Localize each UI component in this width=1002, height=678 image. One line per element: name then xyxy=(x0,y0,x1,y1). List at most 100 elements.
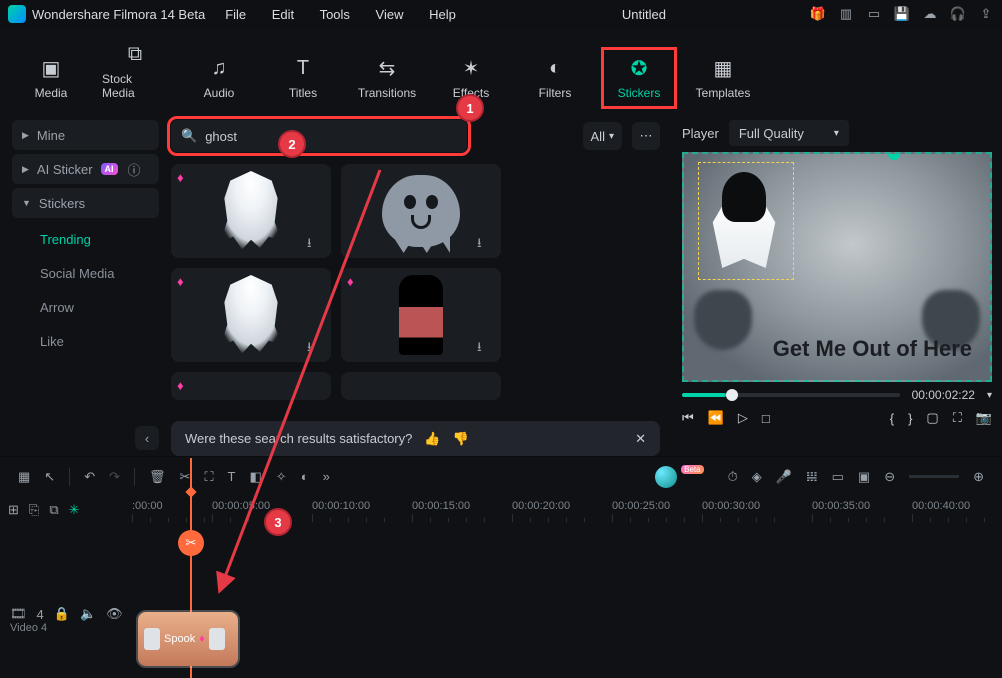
zoom-slider[interactable] xyxy=(909,475,959,478)
preview-panel: Player Full Quality ▾ Get Me Out of Here… xyxy=(672,114,1002,456)
menu-file[interactable]: File xyxy=(225,7,246,22)
play-icon[interactable]: ▷ xyxy=(738,410,748,426)
menu-view[interactable]: View xyxy=(376,7,404,22)
fullscreen-icon[interactable]: ⛶ xyxy=(953,410,962,426)
add-track-icon[interactable]: ⊞ xyxy=(8,502,19,518)
search-input[interactable] xyxy=(205,129,457,144)
save-icon[interactable]: 💾 xyxy=(894,6,910,22)
timecode-menu-icon[interactable]: ▾ xyxy=(987,390,992,401)
cloud-icon[interactable]: ☁ xyxy=(922,6,938,22)
screen-icon[interactable]: ▭ xyxy=(866,6,882,22)
mask-icon[interactable]: ▭ xyxy=(832,469,844,485)
layouts-icon[interactable]: ▥ xyxy=(838,6,854,22)
stockmedia-icon: ⧉ xyxy=(128,42,142,66)
timeline: ⊞ ⎘ ⧉ ✳ 🎞4 🔒 🔈 👁 Video 4 :00:0000:00:05:… xyxy=(0,496,1002,678)
thumbs-up-icon[interactable]: 👍 xyxy=(424,431,440,447)
speaker-icon[interactable]: 🔈 xyxy=(80,606,96,622)
support-icon[interactable]: 🎧 xyxy=(950,6,966,22)
tab-templates[interactable]: ▦ Templates xyxy=(690,52,756,104)
cat-socialmedia[interactable]: Social Media xyxy=(40,256,159,290)
sidebar-group-stickers[interactable]: ▼ Stickers xyxy=(12,188,159,218)
export-icon[interactable]: ⇪ xyxy=(978,6,994,22)
titles-icon: T xyxy=(297,56,309,80)
gift-icon[interactable]: 🎁 xyxy=(810,6,826,22)
brace-close-icon[interactable]: } xyxy=(908,411,912,426)
markers-icon[interactable]: ◈ xyxy=(752,469,762,485)
search-icon: 🔍 xyxy=(181,128,197,144)
scrub-bar[interactable]: 00:00:02:22 ▾ xyxy=(682,388,992,402)
zoom-out-icon[interactable]: ⊖ xyxy=(884,469,895,485)
render-icon[interactable]: ▣ xyxy=(858,469,870,485)
auto-icon[interactable]: ✳ xyxy=(69,502,80,518)
chevron-down-icon: ▾ xyxy=(834,128,839,139)
scrub-knob[interactable] xyxy=(726,389,738,401)
tab-titles[interactable]: T Titles xyxy=(270,52,336,104)
menu-help[interactable]: Help xyxy=(429,7,456,22)
mic-icon[interactable]: 🎤 xyxy=(776,469,792,485)
tab-audio[interactable]: ♫ Audio xyxy=(186,52,252,104)
ai-assistant-icon[interactable] xyxy=(655,466,677,488)
media-icon: ▣ xyxy=(42,56,61,80)
ribbon: ▣ Media ⧉ Stock Media ♫ Audio T Titles ⇆… xyxy=(0,28,1002,114)
cut-icon[interactable]: ✂ xyxy=(180,469,191,485)
zoom-in-icon[interactable]: ⊕ xyxy=(973,469,984,485)
preview-canvas[interactable]: Get Me Out of Here xyxy=(682,152,992,382)
annotation-3: 3 xyxy=(264,508,292,536)
lock-icon[interactable]: 🔒 xyxy=(54,606,70,622)
app-name: Wondershare Filmora 14 Beta xyxy=(32,7,205,22)
tab-filters[interactable]: ◐ Filters xyxy=(522,52,588,104)
tab-transitions[interactable]: ⇆ Transitions xyxy=(354,52,420,104)
menu-tools[interactable]: Tools xyxy=(320,7,350,22)
menu-edit[interactable]: Edit xyxy=(272,7,294,22)
scrub-track[interactable] xyxy=(682,393,900,397)
undo-icon[interactable]: ↶ xyxy=(84,469,95,485)
cat-arrow[interactable]: Arrow xyxy=(40,290,159,324)
magnet-icon[interactable]: ⧉ xyxy=(49,502,58,518)
mixer-icon[interactable]: 𝍐 xyxy=(806,469,818,485)
preview-header: Player Full Quality ▾ xyxy=(682,120,992,146)
sticker-preview xyxy=(399,275,443,355)
snapshot-icon[interactable]: 📷 xyxy=(976,410,992,426)
tab-media[interactable]: ▣ Media xyxy=(18,52,84,104)
chevron-down-icon: ▾ xyxy=(609,131,614,142)
redo-icon[interactable]: ↷ xyxy=(109,469,120,485)
main-area: ▶ Mine ▶ AI Sticker AI ⓘ ▼ Stickers Tren… xyxy=(0,114,1002,456)
stop-icon[interactable]: □ xyxy=(762,411,770,426)
delete-icon[interactable]: 🗑 xyxy=(149,469,166,485)
close-icon[interactable]: ✕ xyxy=(635,431,646,447)
eye-icon[interactable]: 👁 xyxy=(106,606,123,622)
cat-trending[interactable]: Trending xyxy=(40,222,159,256)
pointer-icon[interactable]: ↖ xyxy=(44,469,55,485)
premium-icon: ♦ xyxy=(199,633,205,645)
step-back-icon[interactable]: ⏪ xyxy=(708,410,724,426)
annotation-arrow xyxy=(190,150,400,610)
speed-icon[interactable]: ⏱ xyxy=(728,469,738,485)
transitions-icon: ⇆ xyxy=(379,56,396,80)
sidebar-item-mine[interactable]: ▶ Mine xyxy=(12,120,159,150)
grid-icon[interactable]: ▦ xyxy=(18,469,30,485)
ratio-icon[interactable]: ▢ xyxy=(926,410,938,426)
quality-dropdown[interactable]: Full Quality ▾ xyxy=(729,120,849,146)
search-box[interactable]: 🔍 xyxy=(171,120,467,152)
tab-stockmedia[interactable]: ⧉ Stock Media xyxy=(102,38,168,104)
download-icon[interactable]: ⭳ xyxy=(477,338,495,356)
more-options[interactable]: ⋯ xyxy=(632,122,660,150)
collapse-sidebar-button[interactable]: ‹ xyxy=(135,426,159,450)
thumbs-down-icon[interactable]: 👎 xyxy=(453,431,469,447)
overlay-sticker[interactable] xyxy=(704,168,784,268)
info-icon[interactable]: ⓘ xyxy=(128,160,141,179)
tab-stickers[interactable]: ✪ Stickers xyxy=(606,52,672,104)
brace-open-icon[interactable]: { xyxy=(890,411,894,426)
cat-like[interactable]: Like xyxy=(40,324,159,358)
titlebar: Wondershare Filmora 14 Beta File Edit To… xyxy=(0,0,1002,28)
prev-frame-icon[interactable]: ⏮ xyxy=(682,410,694,426)
download-icon[interactable]: ⭳ xyxy=(477,234,495,252)
annotation-1: 1 xyxy=(456,94,484,122)
sidebar-item-aisticker[interactable]: ▶ AI Sticker AI ⓘ xyxy=(12,154,159,184)
timeline-toolbar: ▦ ↖ ↶ ↷ 🗑 ✂ ⛶ T ◧ ✧ ◐ » Beta ⏱ ◈ 🎤 𝍐 ▭ ▣… xyxy=(0,456,1002,496)
timecode: 00:00:02:22 xyxy=(912,388,975,402)
track-header[interactable]: 🎞4 🔒 🔈 👁 Video 4 xyxy=(10,606,123,634)
filter-all[interactable]: All ▾ xyxy=(583,122,622,150)
link-icon[interactable]: ⎘ xyxy=(29,502,39,518)
timeline-clip[interactable]: Spook ♦ xyxy=(138,612,238,666)
